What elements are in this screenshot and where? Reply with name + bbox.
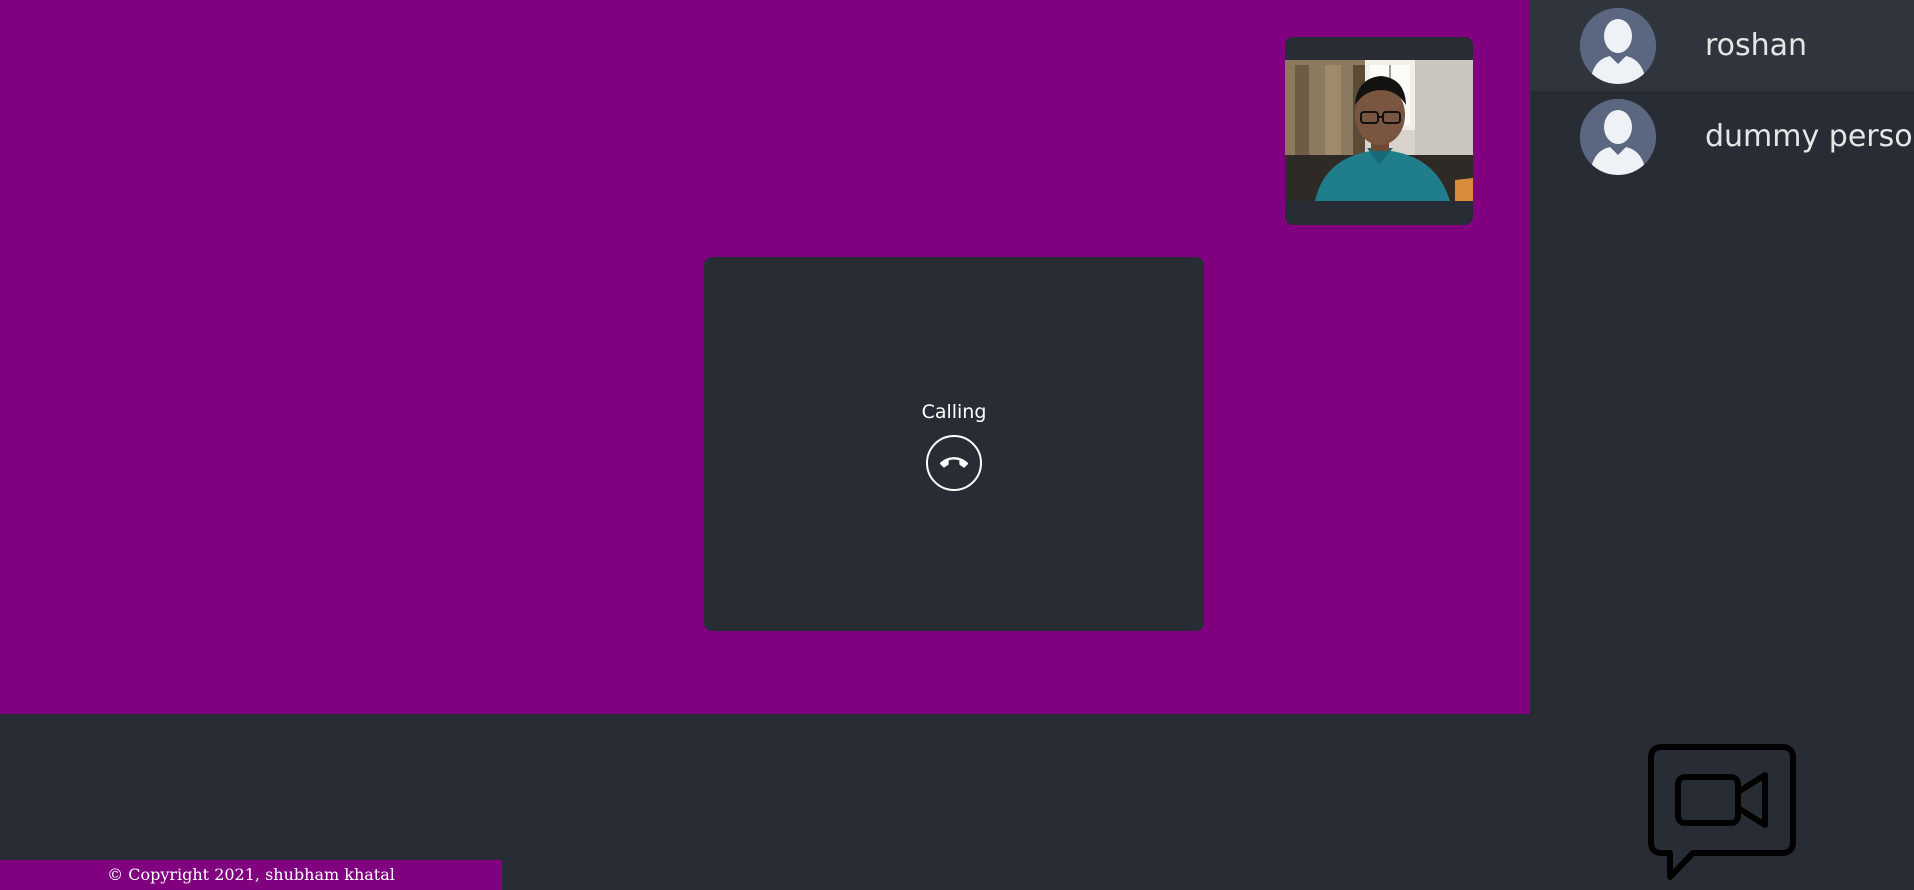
local-video-feed (1285, 60, 1473, 201)
video-chat-logo-icon (1648, 744, 1796, 882)
contact-item-roshan[interactable]: roshan (1530, 0, 1914, 91)
default-user-avatar-icon (1580, 98, 1656, 175)
contact-item-dummy-person[interactable]: dummy person (1530, 91, 1914, 182)
contacts-sidebar: roshan dummy person (1530, 0, 1914, 714)
webcam-frame-image (1285, 60, 1473, 201)
calling-status-text: Calling (921, 401, 987, 423)
remote-video-area: Calling (0, 0, 1530, 714)
app-root: Calling roshan dummy person © Copyright … (0, 0, 1914, 890)
contact-name: roshan (1705, 28, 1808, 63)
default-user-avatar-icon (1580, 7, 1656, 84)
calling-dialog: Calling (704, 257, 1204, 631)
phone-hangup-icon (940, 457, 968, 468)
copyright-footer: © Copyright 2021, shubham khatal (0, 860, 502, 890)
avatar (1580, 98, 1656, 175)
avatar (1580, 7, 1656, 84)
contact-name: dummy person (1705, 119, 1914, 154)
local-video-preview (1285, 37, 1473, 225)
hangup-button[interactable] (926, 435, 982, 491)
